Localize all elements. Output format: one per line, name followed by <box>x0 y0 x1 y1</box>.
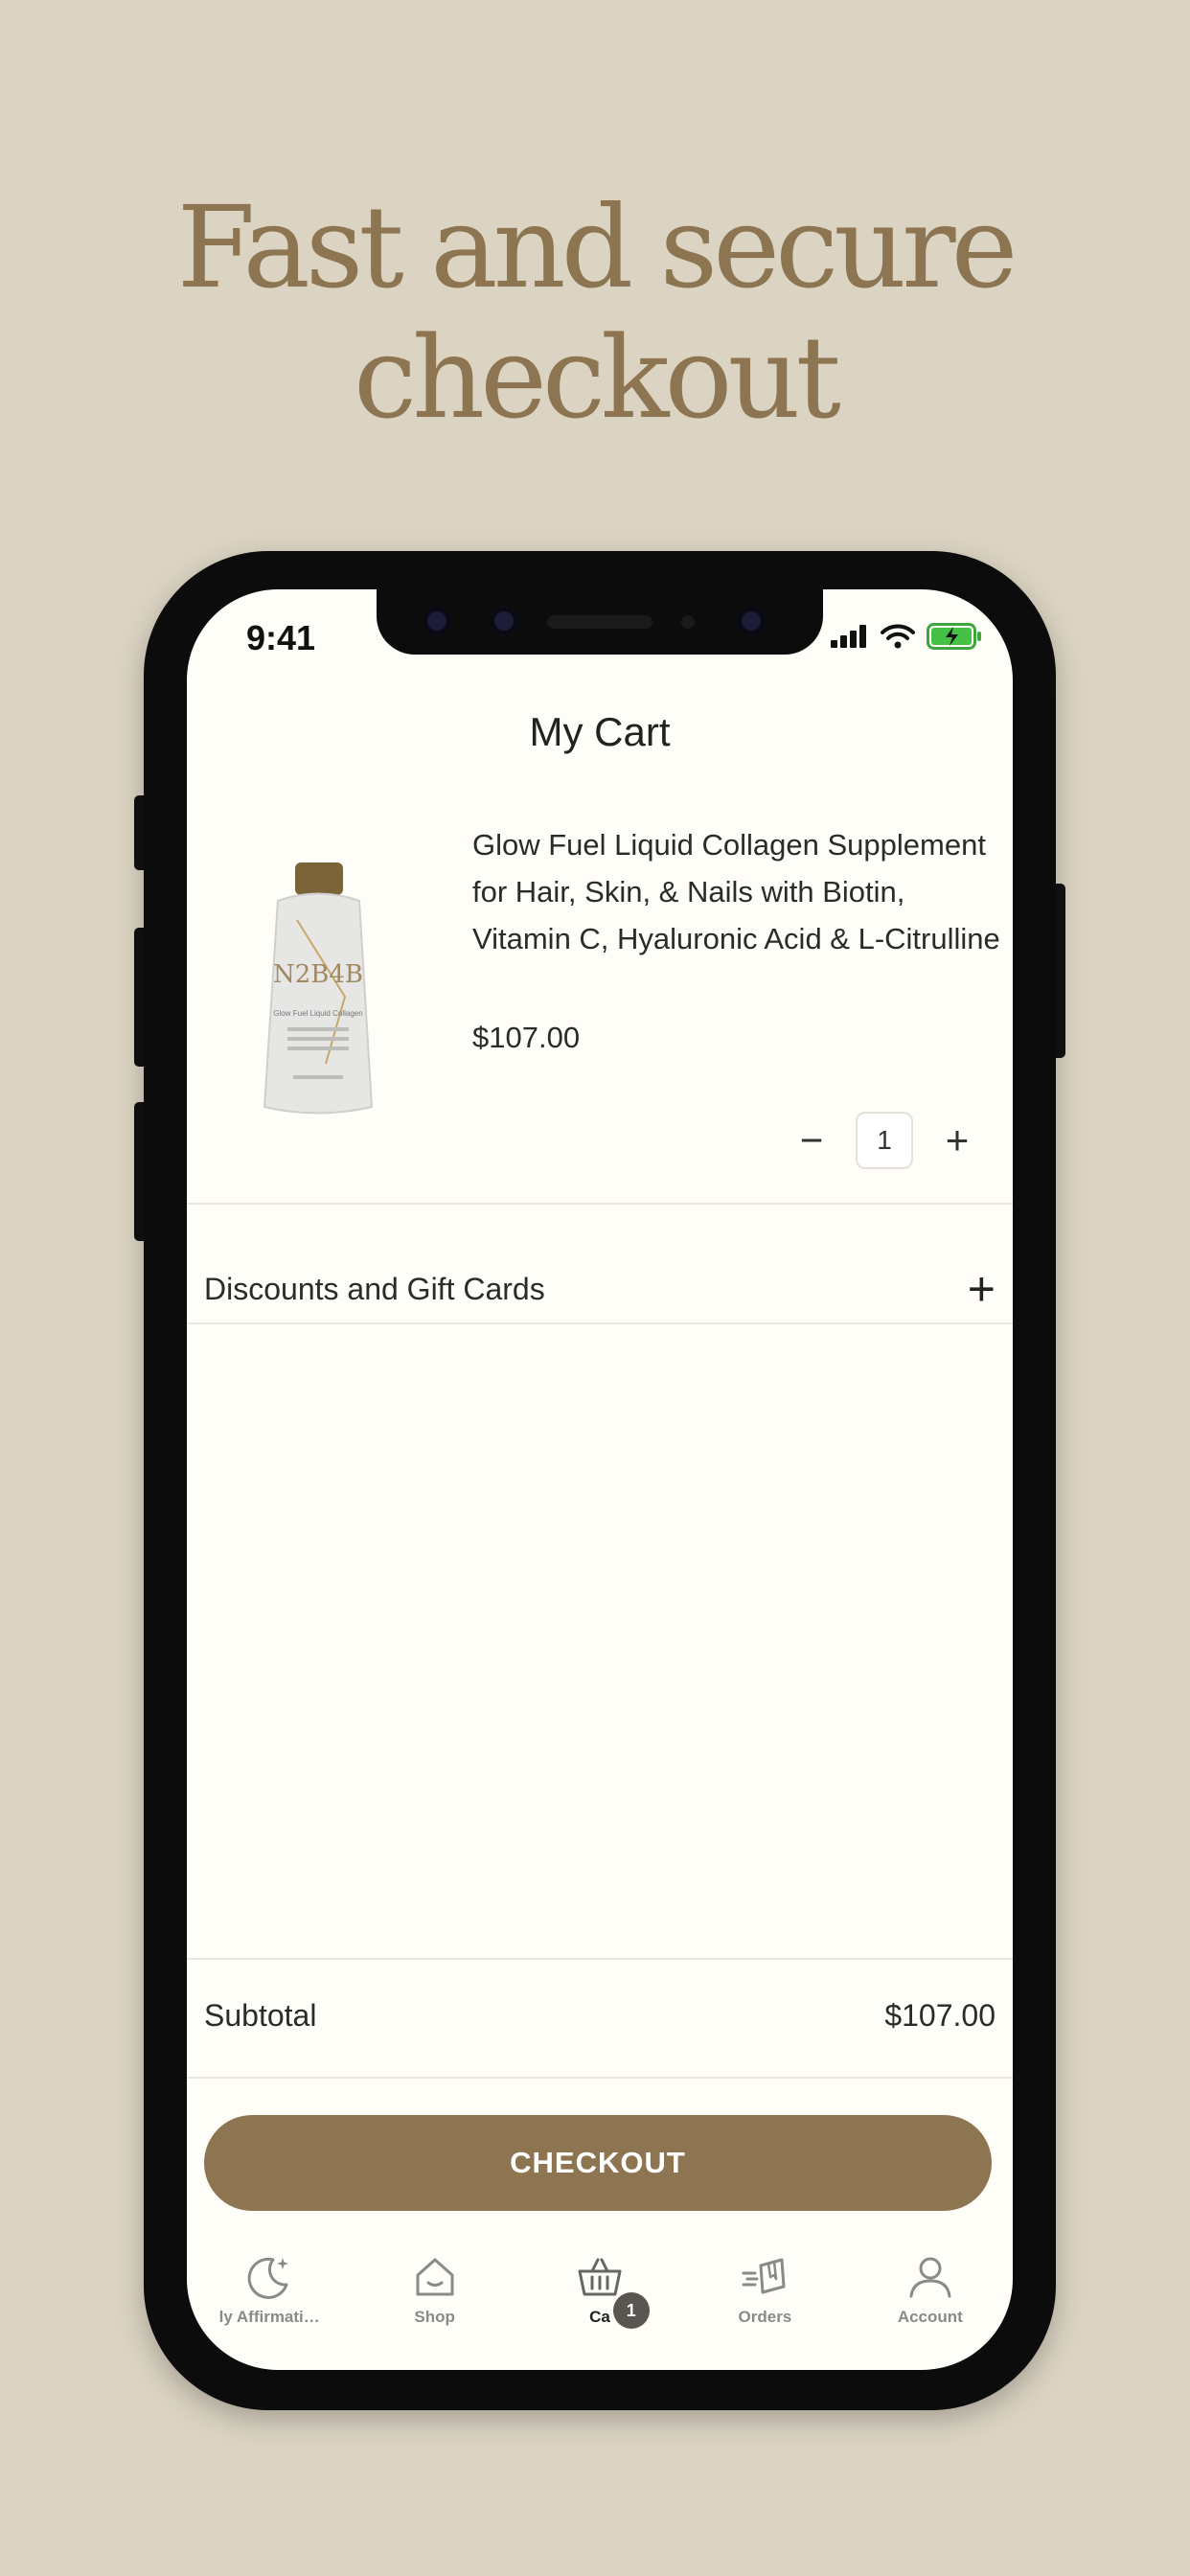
sensor-icon <box>423 607 451 635</box>
divider <box>187 1203 1013 1205</box>
divider <box>187 2077 1013 2079</box>
phone-screen: 9:41 My Cart N2B4B Glow Fuel Liquid Coll… <box>187 589 1013 2370</box>
sensor-icon <box>490 607 518 635</box>
promo-headline-line1: Fast and secure <box>176 181 1018 313</box>
discounts-row[interactable]: Discounts and Gift Cards + <box>204 1265 995 1313</box>
tab-label: ly Affirmati… <box>218 2308 320 2326</box>
home-icon <box>416 2258 454 2296</box>
tab-affirmations[interactable]: ly Affirmati… <box>187 2252 352 2348</box>
speaker-grille <box>547 615 652 629</box>
tab-cart[interactable]: Ca 1 <box>517 2252 682 2348</box>
decrement-button[interactable]: − <box>794 1114 829 1167</box>
divider <box>187 1958 1013 1960</box>
tab-account[interactable]: Account <box>848 2252 1013 2348</box>
pouch-label: Glow Fuel Liquid Collagen <box>273 1009 362 1018</box>
product-image[interactable]: N2B4B Glow Fuel Liquid Collagen <box>259 862 378 1121</box>
subtotal-row: Subtotal $107.00 <box>204 1998 995 2034</box>
signal-icon <box>831 625 866 648</box>
increment-button[interactable]: + <box>940 1114 974 1167</box>
basket-icon <box>578 2258 622 2296</box>
tab-label: Ca <box>589 2308 610 2326</box>
wifi-icon <box>881 624 915 649</box>
subtotal-label: Subtotal <box>204 1998 317 2033</box>
quantity-stepper: − 1 + <box>794 1112 974 1169</box>
tab-label: Shop <box>414 2308 455 2326</box>
moon-stars-icon <box>247 2257 289 2299</box>
delivery-box-icon <box>742 2258 786 2294</box>
pouch-brand: N2B4B <box>273 960 363 989</box>
page-title: My Cart <box>529 709 671 754</box>
front-camera-icon <box>737 607 766 635</box>
promo-headline-line2: checkout <box>354 311 841 444</box>
checkout-button[interactable]: CHECKOUT <box>204 2115 992 2211</box>
status-icons <box>831 623 982 650</box>
notch <box>377 589 823 655</box>
subtotal-value: $107.00 <box>884 1998 995 2033</box>
battery-charging-icon <box>927 623 981 650</box>
quantity-value[interactable]: 1 <box>856 1112 913 1169</box>
tab-bar: ly Affirmati… Shop Ca 1 Orders Account <box>187 2252 1013 2348</box>
expand-plus-icon[interactable]: + <box>968 1265 995 1313</box>
person-icon <box>909 2257 951 2298</box>
tab-orders[interactable]: Orders <box>682 2252 847 2348</box>
proximity-sensor <box>681 615 695 629</box>
tab-label: Orders <box>738 2308 792 2326</box>
promo-headline: Fast and secure checkout <box>0 182 1190 443</box>
divider <box>187 1322 1013 1324</box>
cart-count-badge: 1 <box>612 2292 650 2329</box>
tab-shop[interactable]: Shop <box>352 2252 516 2348</box>
discounts-label: Discounts and Gift Cards <box>204 1271 545 1306</box>
product-price: $107.00 <box>472 1021 581 1054</box>
tab-label: Account <box>897 2308 963 2326</box>
product-name[interactable]: Glow Fuel Liquid Collagen Supplement for… <box>472 821 1009 962</box>
status-time: 9:41 <box>246 618 316 657</box>
